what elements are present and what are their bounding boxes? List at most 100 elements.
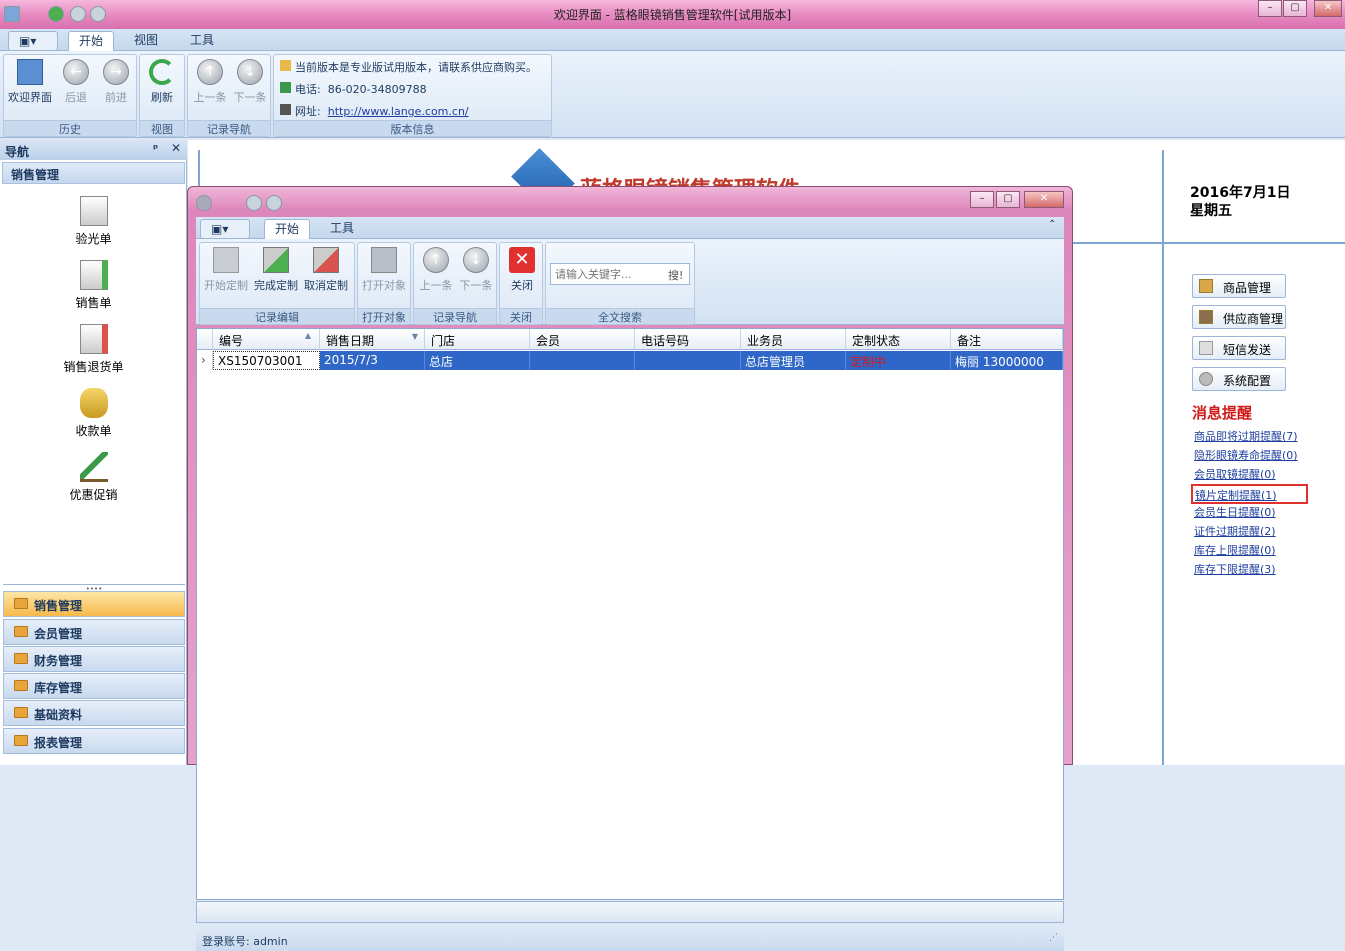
col-header-member[interactable]: 会员 bbox=[530, 329, 635, 350]
system-config-button[interactable]: 系统配置 bbox=[1192, 367, 1286, 391]
msg-lens-custom[interactable]: 镜片定制提醒(1) bbox=[1191, 484, 1308, 504]
back-arrow-icon: ← bbox=[63, 59, 89, 85]
col-header-remarks[interactable]: 备注 bbox=[951, 329, 1063, 350]
group-label: 关闭 bbox=[500, 308, 542, 324]
cell-phone[interactable] bbox=[635, 351, 741, 370]
col-header-phone[interactable]: 电话号码 bbox=[635, 329, 741, 350]
nav-group-basic-data[interactable]: 基础资料 bbox=[3, 700, 185, 726]
ribbon-tabs: ▣▾ 开始 视图 工具 bbox=[0, 29, 1345, 51]
nav-item-sales-return[interactable]: 销售退货单 bbox=[0, 324, 187, 375]
dialog-titlebar: – ▢ ✕ bbox=[188, 187, 1072, 215]
close-button[interactable]: ✕ bbox=[1314, 0, 1342, 17]
supplier-manage-button[interactable]: 供应商管理 bbox=[1192, 305, 1286, 329]
sales-doc-icon bbox=[79, 260, 108, 290]
dialog-prev-button[interactable]: ↑ 上一条 bbox=[416, 247, 456, 293]
msg-stock-upper[interactable]: 库存上限提醒(0) bbox=[1194, 542, 1276, 558]
col-header-store[interactable]: 门店 bbox=[425, 329, 530, 350]
pin-icon[interactable]: ᵖ bbox=[153, 142, 158, 155]
cell-store[interactable]: 总店 bbox=[425, 351, 530, 370]
tab-start[interactable]: 开始 bbox=[68, 31, 115, 51]
nav-group-finance[interactable]: 财务管理 bbox=[3, 646, 185, 672]
message-title: 消息提醒 bbox=[1192, 404, 1253, 422]
forward-arrow-icon: → bbox=[103, 59, 129, 85]
back-icon[interactable] bbox=[246, 195, 262, 211]
cell-member[interactable] bbox=[530, 351, 635, 370]
group-label: 全文搜索 bbox=[546, 308, 694, 324]
nav-section-title: 销售管理 bbox=[2, 162, 185, 184]
group-label: 打开对象 bbox=[358, 308, 410, 324]
next-record-button[interactable]: ↓ 下一条 bbox=[230, 59, 270, 105]
folder-icon bbox=[14, 680, 28, 691]
cell-salesperson[interactable]: 总店管理员 bbox=[741, 351, 846, 370]
sms-send-button[interactable]: 短信发送 bbox=[1192, 336, 1286, 360]
refresh-button[interactable]: 刷新 bbox=[142, 59, 182, 105]
minimize-button[interactable]: – bbox=[1258, 0, 1282, 17]
dialog-minimize-button[interactable]: – bbox=[970, 191, 994, 208]
msg-stock-lower[interactable]: 库存下限提醒(3) bbox=[1194, 561, 1276, 577]
close-icon[interactable]: ✕ bbox=[171, 141, 181, 155]
up-arrow-icon: ↑ bbox=[197, 59, 223, 85]
col-header-number[interactable]: 编号 ▲ bbox=[213, 329, 320, 350]
house-icon bbox=[280, 104, 291, 115]
version-notice: 当前版本是专业版试用版本，请联系供应商购买。 bbox=[280, 59, 537, 75]
dialog-maximize-button[interactable]: ▢ bbox=[996, 191, 1020, 208]
website-link[interactable]: http://www.lange.com.cn/ bbox=[328, 105, 469, 118]
row-indicator[interactable]: › bbox=[197, 351, 213, 370]
nav-group-reports[interactable]: 报表管理 bbox=[3, 728, 185, 754]
group-label: 历史 bbox=[4, 120, 136, 136]
filter-dropdown-icon[interactable]: ▼ bbox=[412, 332, 418, 341]
splitter-grip[interactable]: •••• bbox=[3, 584, 185, 593]
cell-remarks[interactable]: 梅丽 13000000 bbox=[951, 351, 1063, 370]
nav-item-receipt[interactable]: 收款单 bbox=[0, 388, 187, 439]
up-arrow-icon: ↑ bbox=[423, 247, 449, 273]
dialog-menu-button[interactable]: ▣▾ bbox=[200, 219, 250, 239]
dialog-tab-tools[interactable]: 工具 bbox=[320, 219, 364, 239]
folder-icon bbox=[14, 598, 28, 609]
cell-number[interactable]: XS150703001 bbox=[213, 351, 320, 370]
cell-sale-date[interactable]: 2015/7/3 bbox=[320, 351, 425, 370]
msg-product-expiring[interactable]: 商品即将过期提醒(7) bbox=[1194, 428, 1298, 444]
return-doc-icon bbox=[79, 324, 108, 354]
col-header-custom-status[interactable]: 定制状态 bbox=[846, 329, 951, 350]
folder-icon bbox=[14, 707, 28, 718]
prev-record-button[interactable]: ↑ 上一条 bbox=[190, 59, 230, 105]
nav-item-optometry[interactable]: 验光单 bbox=[0, 196, 187, 247]
dialog-tab-start[interactable]: 开始 bbox=[264, 219, 311, 239]
finish-custom-button[interactable]: 完成定制 bbox=[252, 247, 300, 293]
close-dialog-button[interactable]: ✕ 关闭 bbox=[502, 247, 542, 293]
tab-view[interactable]: 视图 bbox=[124, 31, 168, 51]
msg-member-birthday[interactable]: 会员生日提醒(0) bbox=[1194, 504, 1276, 520]
current-weekday: 星期五 bbox=[1190, 203, 1232, 219]
msg-contact-lens-life[interactable]: 隐形眼镜寿命提醒(0) bbox=[1194, 447, 1298, 463]
col-header-sale-date[interactable]: 销售日期 ▼ bbox=[320, 329, 425, 350]
app-menu-button[interactable]: ▣▾ bbox=[8, 31, 58, 51]
status-bar: 登录账号: admin ⋰ bbox=[196, 929, 1064, 951]
msg-member-pickup[interactable]: 会员取镜提醒(0) bbox=[1194, 466, 1276, 482]
resize-grip-icon[interactable]: ⋰ bbox=[1049, 933, 1058, 943]
nav-group-members[interactable]: 会员管理 bbox=[3, 619, 185, 645]
search-button[interactable]: 搜! bbox=[668, 267, 683, 283]
start-custom-button[interactable]: 开始定制 bbox=[202, 247, 250, 293]
welcome-button[interactable]: 欢迎界面 bbox=[6, 59, 54, 105]
group-label: 记录导航 bbox=[414, 308, 496, 324]
forward-button[interactable]: → 前进 bbox=[96, 59, 136, 105]
nav-group-inventory[interactable]: 库存管理 bbox=[3, 673, 185, 699]
dialog-close-button[interactable]: ✕ bbox=[1024, 191, 1064, 208]
tab-tools[interactable]: 工具 bbox=[180, 31, 224, 51]
forward-icon[interactable] bbox=[266, 195, 282, 211]
nav-group-sales[interactable]: 销售管理 bbox=[3, 591, 185, 617]
nav-item-sales[interactable]: 销售单 bbox=[0, 260, 187, 311]
dialog-next-button[interactable]: ↓ 下一条 bbox=[456, 247, 496, 293]
maximize-button[interactable]: ▢ bbox=[1283, 0, 1307, 17]
back-button[interactable]: ← 后退 bbox=[56, 59, 96, 105]
open-object-button[interactable]: 打开对象 bbox=[360, 247, 408, 293]
collapse-ribbon-icon[interactable]: ⌃ bbox=[1048, 219, 1056, 230]
product-manage-button[interactable]: 商品管理 bbox=[1192, 274, 1286, 298]
group-close: ✕ 关闭 关闭 bbox=[499, 242, 543, 325]
nav-item-promotion[interactable]: 优惠促销 bbox=[0, 452, 187, 503]
col-header-salesperson[interactable]: 业务员 bbox=[741, 329, 846, 350]
cell-custom-status[interactable]: 定制中 bbox=[846, 351, 951, 370]
close-x-icon: ✕ bbox=[509, 247, 535, 273]
cancel-custom-button[interactable]: 取消定制 bbox=[302, 247, 350, 293]
msg-id-expiring[interactable]: 证件过期提醒(2) bbox=[1194, 523, 1276, 539]
